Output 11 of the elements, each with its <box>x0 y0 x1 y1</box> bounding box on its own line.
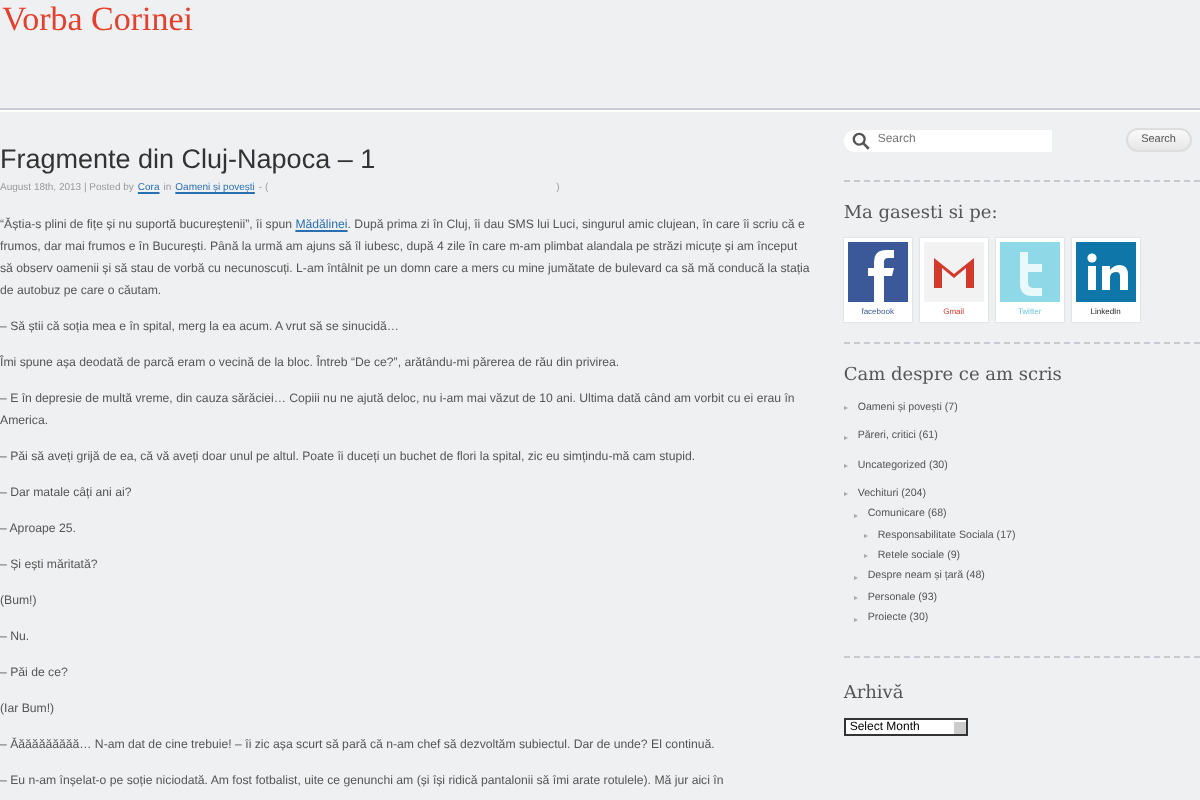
widget-title: Ma gasesti si pe: <box>843 204 998 224</box>
social-icon <box>1075 242 1136 302</box>
site-title[interactable]: Vorba Corinei <box>0 0 194 40</box>
widget-title: Arhivă <box>843 684 906 705</box>
search-icon <box>851 131 870 149</box>
social-icon <box>999 242 1060 302</box>
social-icon <box>847 242 908 302</box>
caret-icon <box>953 721 966 734</box>
widget-title: Cam despre ce am scris <box>843 366 1062 386</box>
social-icon <box>923 242 984 302</box>
post-title[interactable]: Fragmente din Cluj-Napoca – 1 <box>0 142 376 178</box>
